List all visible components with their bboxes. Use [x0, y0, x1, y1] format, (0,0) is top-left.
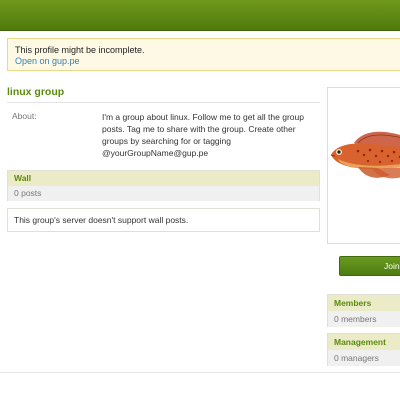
page-title: linux group [7, 86, 65, 98]
footer-divider [0, 372, 400, 373]
notice-message: This profile might be incomplete. [15, 45, 145, 55]
wall-unsupported-message: This group's server doesn't support wall… [7, 208, 320, 232]
members-count: 0 members [328, 311, 400, 327]
about-section: About: I'm a group about linux. Follow m… [7, 103, 320, 165]
members-heading[interactable]: Members [328, 295, 400, 311]
members-box: Members 0 members [327, 294, 400, 327]
join-group-button[interactable]: Join [339, 256, 400, 276]
open-remote-link[interactable]: Open on gup.pe [15, 56, 393, 67]
fish-avatar-image [330, 131, 400, 179]
managers-count: 0 managers [328, 350, 400, 366]
top-header-bar [0, 0, 400, 31]
group-avatar-card [327, 87, 400, 244]
incomplete-profile-notice: This profile might be incomplete. Open o… [7, 38, 400, 71]
about-label: About: [12, 111, 37, 121]
wall-post-count: 0 posts [8, 186, 319, 201]
wall-box: Wall 0 posts [7, 170, 320, 201]
wall-heading[interactable]: Wall [8, 171, 319, 186]
about-text: I'm a group about linux. Follow me to ge… [102, 112, 304, 158]
group-main-column: linux group About: I'm a group about lin… [7, 86, 320, 232]
management-box: Management 0 managers [327, 333, 400, 366]
management-heading[interactable]: Management [328, 334, 400, 350]
